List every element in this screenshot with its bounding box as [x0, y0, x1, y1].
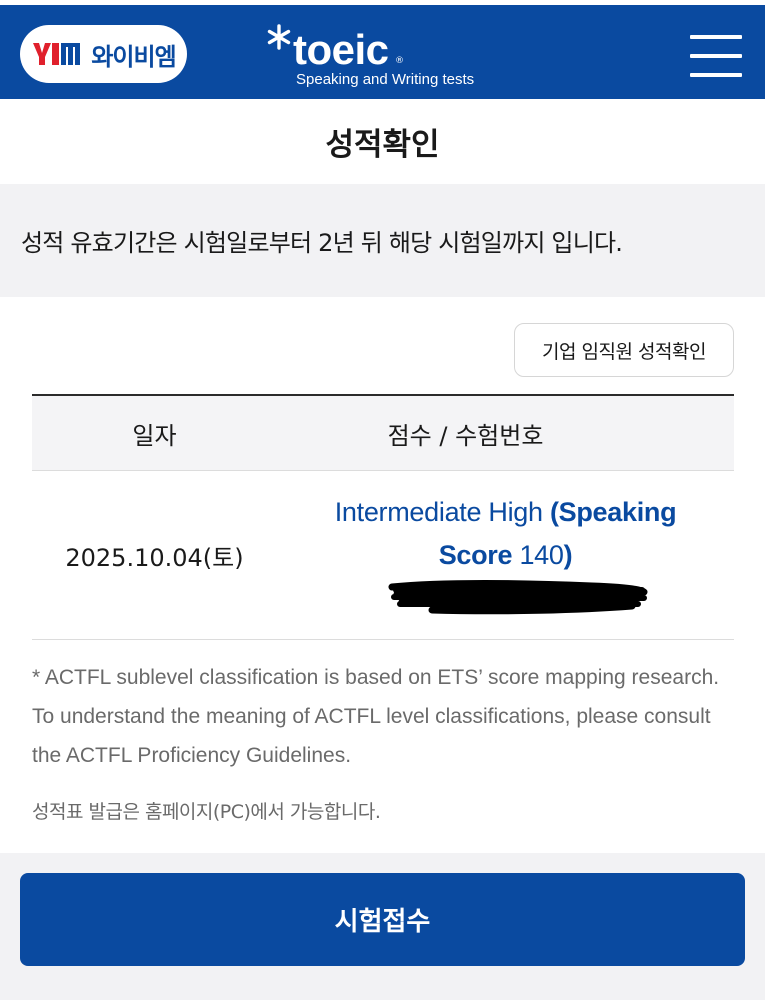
validity-notice-text: 성적 유효기간은 시험일로부터 2년 뒤 해당 시험일까지 입니다. [21, 229, 623, 257]
actfl-footnote: * ACTFL sublevel classification is based… [32, 666, 720, 767]
redacted-registration-number [388, 580, 648, 615]
ybm-logo-text: 와이비엠 [91, 42, 176, 71]
corporate-score-check-button[interactable]: 기업 임직원 성적확인 [514, 323, 734, 377]
exam-date: 2025.10.04(토) [65, 543, 244, 572]
exam-registration-button[interactable]: 시험접수 [20, 873, 745, 966]
page-title: 성적확인 [325, 127, 440, 163]
table-header: 일자 점수 / 수험번호 [32, 396, 734, 471]
toeic-brand: toeic ® Speaking and Writing tests [265, 23, 515, 93]
registered-mark: ® [395, 56, 404, 66]
validity-notice-band: 성적 유효기간은 시험일로부터 2년 뒤 해당 시험일까지 입니다. [0, 184, 765, 297]
ybm-logo-icon [33, 43, 81, 65]
close-paren: ) [563, 540, 573, 570]
hamburger-menu-icon[interactable] [690, 35, 742, 77]
score-label-score: Score [438, 540, 513, 570]
ybm-logo-button[interactable]: 와이비엠 [20, 25, 187, 83]
score-label-speaking: Speaking [558, 497, 677, 527]
column-header-date: 일자 [132, 421, 177, 450]
menu-bar [690, 54, 742, 58]
menu-bar [690, 73, 742, 77]
page: 와이비엠 toeic ® Speaking and Writing tests … [0, 0, 765, 1000]
menu-bar [690, 35, 742, 39]
column-header-score: 점수 / 수험번호 [387, 421, 544, 450]
proficiency-level: Intermediate High [334, 497, 543, 527]
toeic-asterisk-icon [267, 24, 291, 50]
open-paren: ( [549, 497, 559, 527]
score-result-link[interactable]: Intermediate High (Speaking Score 140) [277, 491, 734, 577]
toeic-subtitle: Speaking and Writing tests [296, 71, 475, 88]
issuance-note: 성적표 발급은 홈페이지(PC)에서 가능합니다. [32, 801, 381, 823]
score-value: 140 [519, 540, 564, 570]
toeic-wordmark: toeic [293, 26, 389, 73]
app-header: 와이비엠 toeic ® Speaking and Writing tests [0, 0, 765, 99]
